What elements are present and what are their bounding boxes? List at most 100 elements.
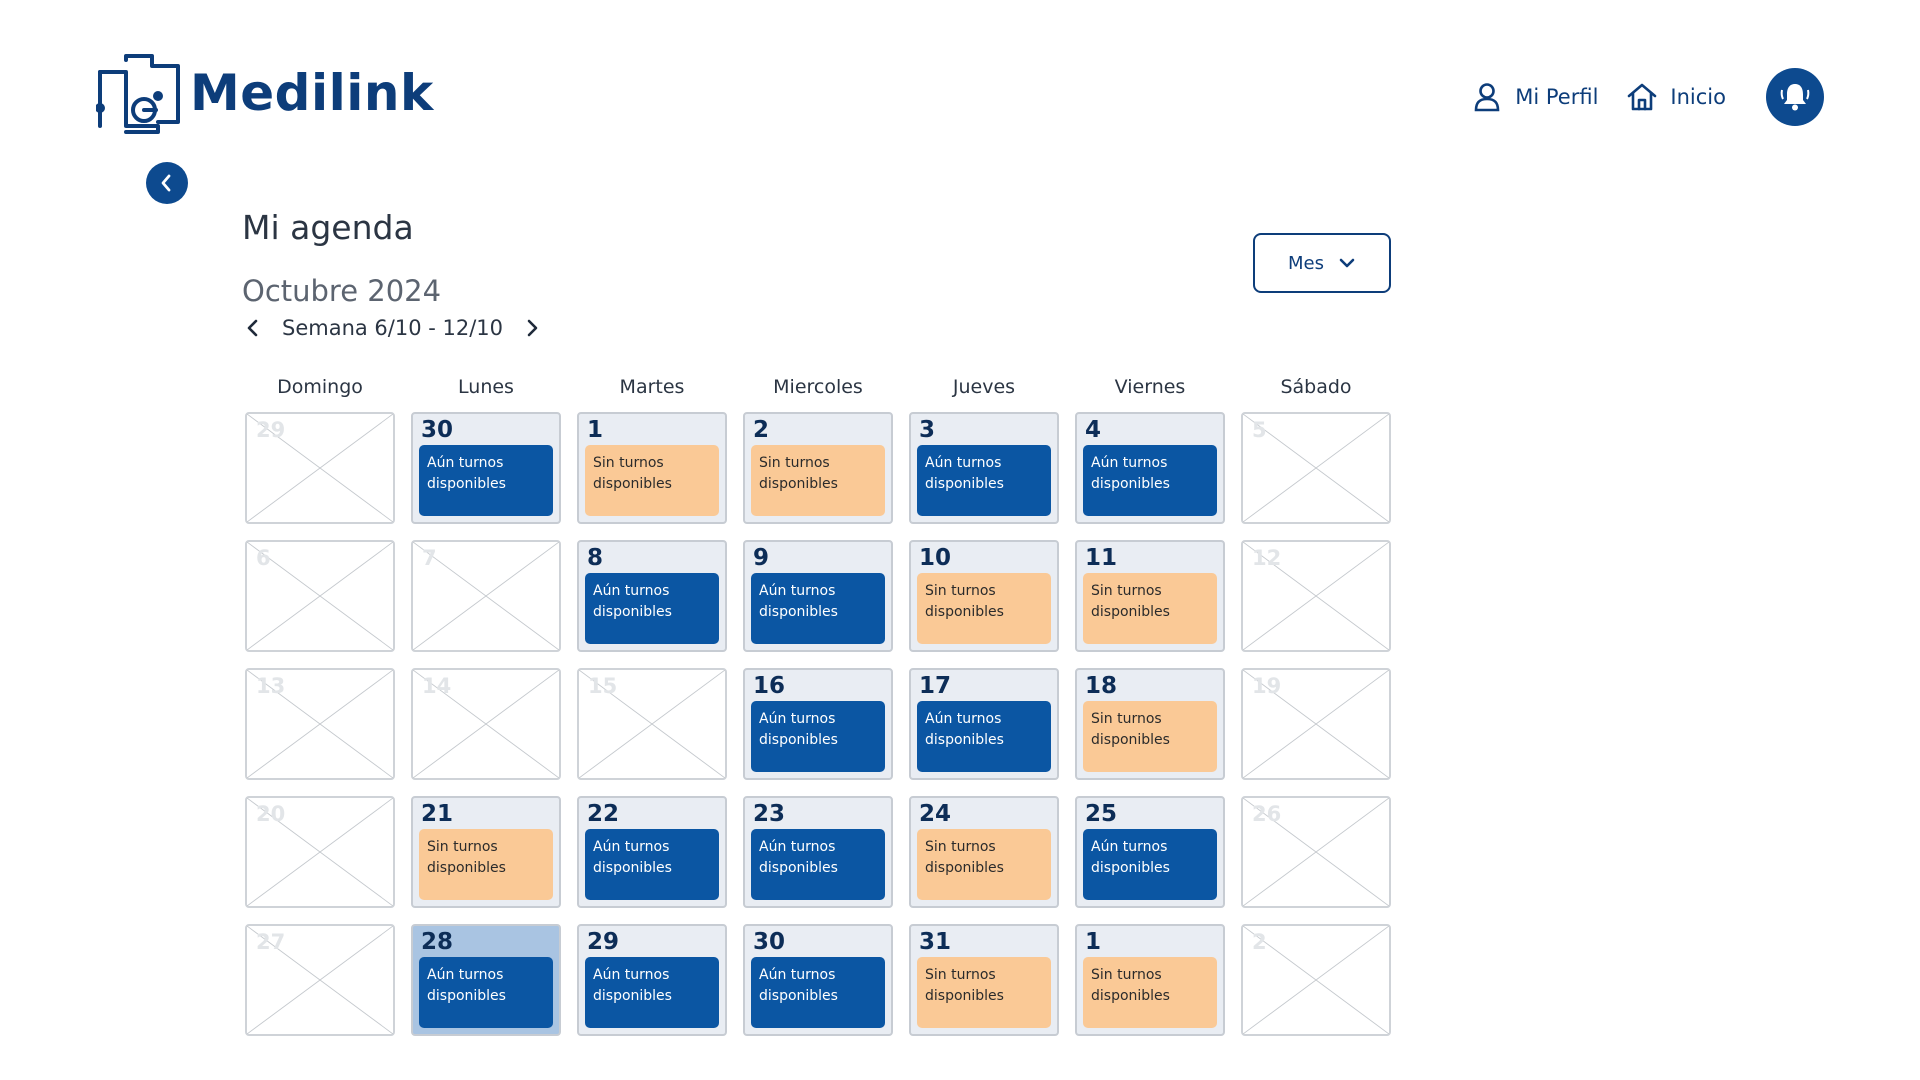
logo-text: Medilink <box>190 64 434 122</box>
status-available[interactable]: Aún turnos disponibles <box>419 957 553 1028</box>
day-number: 27 <box>256 930 286 954</box>
calendar-day-empty: 2 <box>1241 924 1391 1036</box>
calendar-day[interactable]: 30 Aún turnos disponibles <box>411 412 561 524</box>
calendar-day[interactable]: 2 Sin turnos disponibles <box>743 412 893 524</box>
nav-profile-link[interactable]: Mi Perfil <box>1471 81 1598 113</box>
day-number: 13 <box>256 674 286 698</box>
calendar-day[interactable]: 18 Sin turnos disponibles <box>1075 668 1225 780</box>
nav-home-label: Inicio <box>1670 85 1726 109</box>
calendar-day-empty: 14 <box>411 668 561 780</box>
prev-week-button[interactable] <box>242 317 264 339</box>
calendar-day-empty: 20 <box>245 796 395 908</box>
calendar-day-empty: 26 <box>1241 796 1391 908</box>
status-available[interactable]: Aún turnos disponibles <box>585 829 719 900</box>
calendar-day[interactable]: 8 Aún turnos disponibles <box>577 540 727 652</box>
calendar-day[interactable]: 11 Sin turnos disponibles <box>1075 540 1225 652</box>
day-number: 14 <box>422 674 452 698</box>
status-available[interactable]: Aún turnos disponibles <box>917 701 1051 772</box>
status-unavailable[interactable]: Sin turnos disponibles <box>585 445 719 516</box>
day-number: 31 <box>919 929 952 955</box>
day-number: 6 <box>256 546 271 570</box>
page-title: Mi agenda <box>242 208 414 247</box>
chevron-left-icon <box>161 174 171 192</box>
calendar-day-empty: 19 <box>1241 668 1391 780</box>
day-number: 30 <box>753 929 786 955</box>
calendar-day[interactable]: 24 Sin turnos disponibles <box>909 796 1059 908</box>
status-available[interactable]: Aún turnos disponibles <box>585 957 719 1028</box>
calendar-day[interactable]: 1 Sin turnos disponibles <box>577 412 727 524</box>
calendar-day[interactable]: 22 Aún turnos disponibles <box>577 796 727 908</box>
day-number: 9 <box>753 545 770 571</box>
status-unavailable[interactable]: Sin turnos disponibles <box>419 829 553 900</box>
status-available[interactable]: Aún turnos disponibles <box>1083 829 1217 900</box>
status-available[interactable]: Aún turnos disponibles <box>751 573 885 644</box>
status-available[interactable]: Aún turnos disponibles <box>585 573 719 644</box>
day-number: 18 <box>1085 673 1118 699</box>
calendar-day[interactable]: 23 Aún turnos disponibles <box>743 796 893 908</box>
day-number: 8 <box>587 545 604 571</box>
weekday-label: Jueves <box>952 376 1016 398</box>
week-navigator: Semana 6/10 - 12/10 <box>242 316 543 340</box>
calendar-day[interactable]: 3 Aún turnos disponibles <box>909 412 1059 524</box>
calendar-day[interactable]: 17 Aún turnos disponibles <box>909 668 1059 780</box>
view-mode-label: Mes <box>1288 252 1324 274</box>
day-number: 10 <box>919 545 952 571</box>
status-unavailable[interactable]: Sin turnos disponibles <box>917 573 1051 644</box>
calendar-day[interactable]: 9 Aún turnos disponibles <box>743 540 893 652</box>
view-mode-select[interactable]: Mes <box>1253 233 1391 293</box>
day-number: 25 <box>1085 801 1118 827</box>
back-button[interactable] <box>146 162 188 204</box>
calendar-day[interactable]: 28 Aún turnos disponibles <box>411 924 561 1036</box>
calendar-day[interactable]: 16 Aún turnos disponibles <box>743 668 893 780</box>
calendar-grid: 29 30 Aún turnos disponibles 1 Sin turnos di… <box>245 412 1391 1036</box>
calendar-day[interactable]: 30 Aún turnos disponibles <box>743 924 893 1036</box>
calendar-day[interactable]: 4 Aún turnos disponibles <box>1075 412 1225 524</box>
day-number: 19 <box>1252 674 1282 698</box>
day-number: 29 <box>256 418 286 442</box>
notifications-button[interactable] <box>1766 68 1824 126</box>
calendar-day[interactable]: 31 Sin turnos disponibles <box>909 924 1059 1036</box>
week-label: Semana 6/10 - 12/10 <box>282 316 504 340</box>
status-unavailable[interactable]: Sin turnos disponibles <box>751 445 885 516</box>
day-number: 16 <box>753 673 786 699</box>
status-unavailable[interactable]: Sin turnos disponibles <box>1083 957 1217 1028</box>
status-available[interactable]: Aún turnos disponibles <box>751 829 885 900</box>
day-number: 1 <box>1085 929 1102 955</box>
status-available[interactable]: Aún turnos disponibles <box>751 957 885 1028</box>
day-number: 12 <box>1252 546 1282 570</box>
day-number: 22 <box>587 801 620 827</box>
status-unavailable[interactable]: Sin turnos disponibles <box>1083 573 1217 644</box>
calendar-day[interactable]: 21 Sin turnos disponibles <box>411 796 561 908</box>
calendar-day[interactable]: 25 Aún turnos disponibles <box>1075 796 1225 908</box>
weekday-label: Domingo <box>277 376 363 398</box>
logo-icon <box>96 54 180 134</box>
calendar-day-empty: 5 <box>1241 412 1391 524</box>
status-available[interactable]: Aún turnos disponibles <box>917 445 1051 516</box>
calendar-day-empty: 29 <box>245 412 395 524</box>
calendar-day[interactable]: 1 Sin turnos disponibles <box>1075 924 1225 1036</box>
nav-home-link[interactable]: Inicio <box>1626 81 1726 113</box>
day-number: 20 <box>256 802 286 826</box>
status-available[interactable]: Aún turnos disponibles <box>1083 445 1217 516</box>
weekday-label: Miercoles <box>773 376 863 398</box>
day-number: 29 <box>587 929 620 955</box>
next-week-button[interactable] <box>521 317 543 339</box>
calendar-day-empty: 12 <box>1241 540 1391 652</box>
status-available[interactable]: Aún turnos disponibles <box>419 445 553 516</box>
day-number: 28 <box>421 929 454 955</box>
day-number: 23 <box>753 801 786 827</box>
day-number: 3 <box>919 417 936 443</box>
weekday-label: Martes <box>619 376 685 398</box>
day-number: 21 <box>421 801 454 827</box>
status-unavailable[interactable]: Sin turnos disponibles <box>917 829 1051 900</box>
status-available[interactable]: Aún turnos disponibles <box>751 701 885 772</box>
day-number: 30 <box>421 417 454 443</box>
calendar-day-empty: 27 <box>245 924 395 1036</box>
calendar-day[interactable]: 29 Aún turnos disponibles <box>577 924 727 1036</box>
status-unavailable[interactable]: Sin turnos disponibles <box>917 957 1051 1028</box>
calendar-day[interactable]: 10 Sin turnos disponibles <box>909 540 1059 652</box>
day-number: 26 <box>1252 802 1282 826</box>
day-number: 7 <box>422 546 437 570</box>
status-unavailable[interactable]: Sin turnos disponibles <box>1083 701 1217 772</box>
app-logo[interactable]: Medilink <box>96 52 434 134</box>
